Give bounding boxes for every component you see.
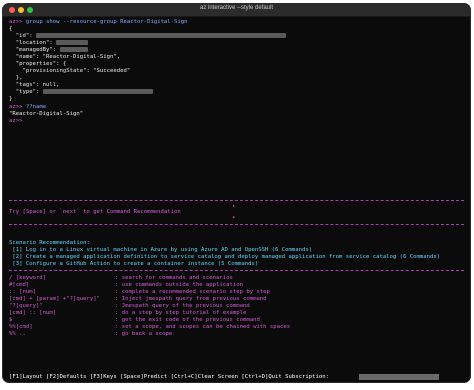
terminal-window: az interactive --style default az>> grou… [3,4,470,382]
scenario-item-2[interactable]: [2] Create a managed application definit… [9,254,440,261]
json-managedby-line: "managedBy": [9,47,88,54]
json-properties-open: "properties": { [9,61,67,67]
scenario-header: Scenario Recommendation: [9,240,90,246]
command-line-1: az>> group show --resource-group Reactor… [9,19,188,26]
status-bar-text: [F1]Layout [F2]Defaults [F3]Keys [Space]… [9,374,333,380]
json-properties-close: }, [9,75,23,81]
json-id-line: "id": [9,33,286,40]
scenario-item-1[interactable]: [1] Log in to a Linux virtual machine in… [9,247,312,254]
status-bar: [F1]Layout [F2]Defaults [F3]Keys [Space]… [3,373,470,382]
divider [9,200,464,201]
json-name-line: "name": "Reactor-Digital-Sign", [9,54,121,60]
title-bar: az interactive --style default [3,4,470,17]
redacted-type [42,89,153,94]
divider [9,270,464,271]
scenario-item-3[interactable]: [3] Configure a GitHub Action to create … [9,261,258,268]
arrow-up-icon: ▴ [232,203,236,209]
json-tags-line: "tags": null, [9,82,60,88]
command-line-2: az>> ??name [9,104,47,110]
json-provisioning-line: "provisioningState": "Succeeded" [9,68,131,74]
terminal-output[interactable]: az>> group show --resource-group Reactor… [3,17,470,382]
json-open: { [9,26,13,32]
prompt: az>> [9,19,23,25]
recommendation-hint: Try [Space] or `next` to get Command Rec… [9,209,181,215]
redacted-subscription [359,374,439,380]
current-prompt[interactable]: az>> [9,118,22,125]
redacted-managedby [59,47,88,52]
json-location-line: "location": [9,40,89,47]
query-result: "Reactor-Digital-Sign" [9,111,84,117]
json-type-line: "type": [9,89,153,96]
command-text: group show --resource-group Reactor-Digi… [25,19,188,25]
json-close: } [9,96,13,102]
divider [9,224,464,225]
window-title: az interactive --style default [199,5,274,11]
arrow-down-icon: ▾ [232,215,236,221]
redacted-id [35,33,286,38]
redacted-location [56,40,89,45]
